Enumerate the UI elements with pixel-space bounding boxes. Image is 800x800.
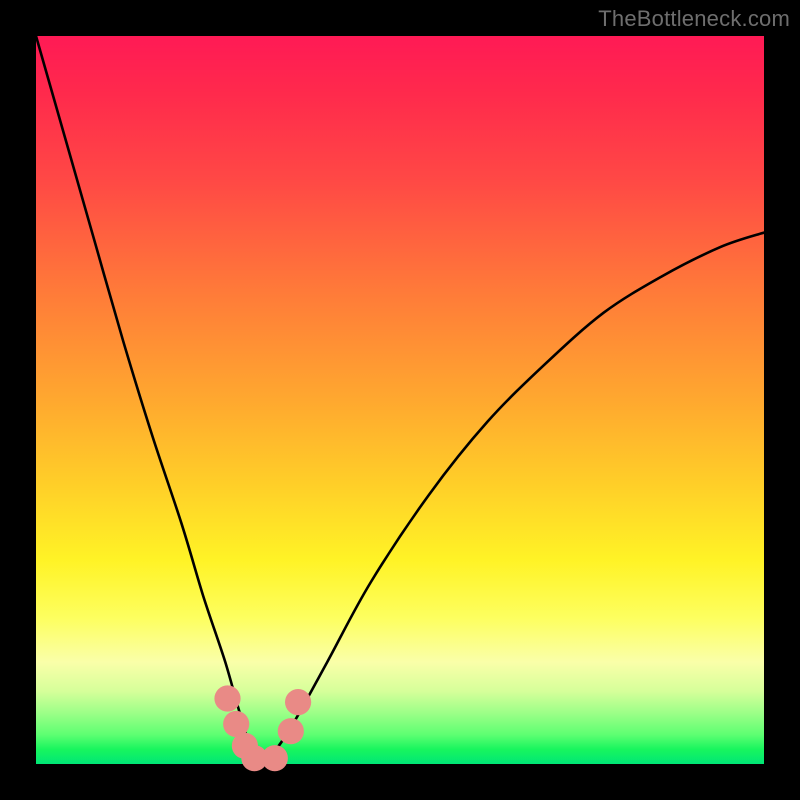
cluster-left-upper	[214, 685, 240, 711]
cluster-bottom-b	[262, 745, 288, 771]
cluster-right-upper	[285, 689, 311, 715]
curve-layer	[36, 36, 764, 764]
watermark-text: TheBottleneck.com	[598, 6, 790, 32]
bottleneck-curve	[36, 36, 764, 761]
cluster-right-lower	[278, 718, 304, 744]
plot-area	[36, 36, 764, 764]
marker-group	[214, 685, 311, 771]
chart-frame: TheBottleneck.com	[0, 0, 800, 800]
